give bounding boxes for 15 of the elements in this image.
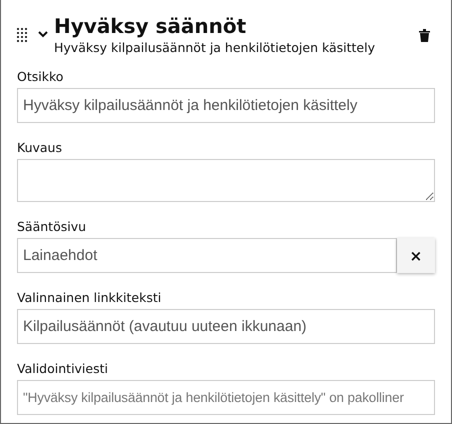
block-title: Hyväksy säännöt (54, 14, 248, 38)
text-field[interactable]: Hyväksy kilpailusäännöt ja henkilötietojen käsittely (17, 88, 435, 123)
drag-handle-icon[interactable] (17, 28, 28, 42)
field-label: Valinnainen linkkiteksti (17, 290, 162, 305)
clear-button[interactable]: × (396, 238, 435, 273)
field-label: Validointiviesti (17, 361, 109, 376)
block-subtitle: Hyväksy kilpailusäännöt ja henkilötietojen käsittely (54, 40, 376, 55)
page-field[interactable]: Lainaehdot (17, 238, 397, 273)
text-field[interactable]: "Hyväksy kilpailusäännöt ja henkilötietojen käsittely" on pakolliner (17, 380, 435, 415)
chevron-icon[interactable] (38, 31, 48, 38)
field-label: Otsikko (17, 69, 64, 84)
field-label: Kuvaus (17, 140, 63, 155)
text-field[interactable]: Kilpailusäännöt (avautuu uuteen ikkunaan) (17, 309, 435, 344)
trash-icon[interactable] (419, 29, 430, 42)
field-label: Sääntösivu (17, 219, 88, 234)
